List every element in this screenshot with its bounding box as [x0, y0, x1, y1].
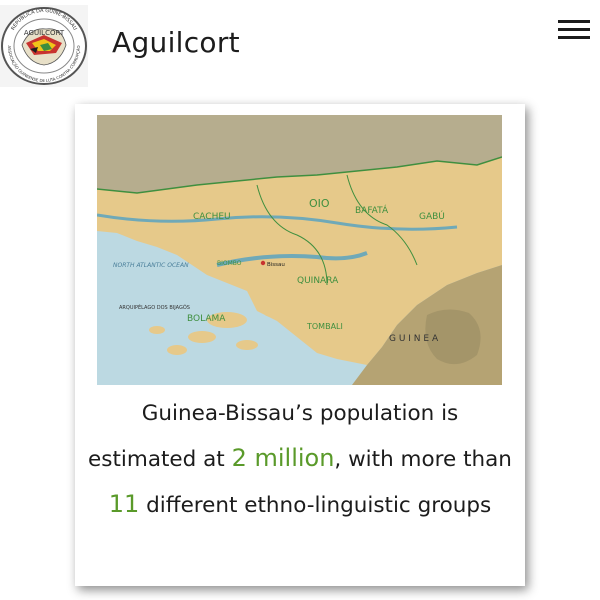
seal-center-text: AGUILCORT: [24, 29, 65, 37]
map-label-oio: OIO: [309, 197, 330, 210]
guinea-bissau-map: OIO BAFATÁ GABÚ CACHEU BIOMBO QUINARA BO…: [97, 115, 502, 385]
population-caption: Guinea-Bissau’s population is estimated …: [85, 392, 515, 528]
groups-count-highlight: 11: [108, 490, 140, 518]
bissau-city-marker: [260, 260, 266, 266]
organization-seal-icon: AGUILCORT REPÚBLICA DA GUINÉ-BISSAU ASSO…: [0, 5, 88, 87]
map-label-cacheu: CACHEU: [193, 212, 231, 222]
map-label-tombali: TOMBALI: [306, 322, 343, 331]
map-label-biombo: BIOMBO: [217, 260, 242, 267]
map-label-ocean: NORTH ATLANTIC OCEAN: [113, 262, 189, 269]
info-card: OIO BAFATÁ GABÚ CACHEU BIOMBO QUINARA BO…: [75, 104, 525, 586]
population-highlight: 2 million: [231, 444, 335, 472]
map-label-archipelago: ARQUIPÉLAGO DOS BIJAGÓS: [119, 303, 190, 311]
map-label-bafata: BAFATÁ: [355, 204, 389, 216]
map-label-bissau: Bissau: [267, 262, 285, 268]
caption-text-2: , with more than: [334, 447, 512, 472]
menu-bar-middle: [558, 28, 590, 31]
map-label-bolama: BOLAMA: [187, 314, 226, 324]
aguilcort-logo[interactable]: AGUILCORT REPÚBLICA DA GUINÉ-BISSAU ASSO…: [0, 5, 88, 87]
map-label-guinea: G U I N E A: [389, 334, 439, 344]
map-image: OIO BAFATÁ GABÚ CACHEU BIOMBO QUINARA BO…: [97, 115, 502, 385]
site-header: AGUILCORT REPÚBLICA DA GUINÉ-BISSAU ASSO…: [0, 0, 600, 90]
caption-text-3: different ethno-linguistic groups: [139, 493, 492, 518]
map-label-gabu: GABÚ: [419, 210, 445, 222]
menu-bar-top: [558, 20, 590, 23]
map-label-quinara: QUINARA: [297, 276, 339, 286]
site-title[interactable]: Aguilcort: [112, 26, 240, 59]
menu-bar-bottom: [558, 36, 590, 39]
hamburger-menu-icon[interactable]: [558, 20, 592, 44]
